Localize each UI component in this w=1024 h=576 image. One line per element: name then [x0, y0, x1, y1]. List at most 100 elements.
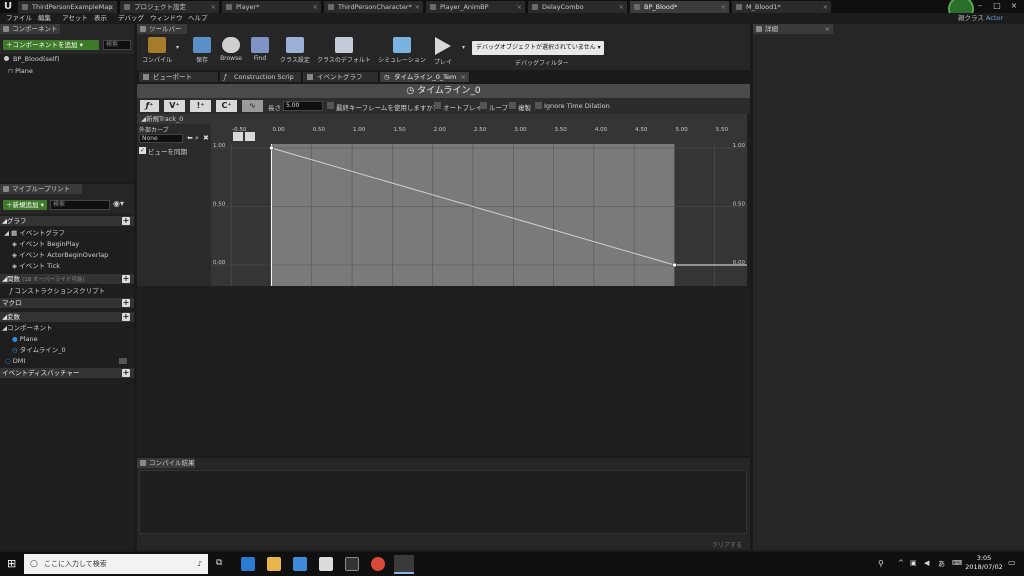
close-icon[interactable]: × [823, 1, 828, 13]
simulation-button[interactable]: シミュレーション [376, 37, 428, 67]
unreal-editor-taskbar-icon[interactable] [394, 555, 414, 574]
class-defaults-button[interactable]: クラスのデフォルト [316, 37, 372, 67]
chrome-icon[interactable] [371, 557, 385, 571]
my-blueprint-tab[interactable]: マイブループリント [0, 184, 82, 194]
close-window-icon[interactable]: × [1006, 0, 1022, 13]
keyboard-icon[interactable]: ⌨ [952, 559, 962, 567]
event-graph-item[interactable]: ◢ ▦ イベントグラフ [4, 228, 65, 238]
close-icon[interactable]: × [415, 1, 420, 13]
clear-results-button[interactable]: クリアする [712, 540, 742, 549]
parent-class-link[interactable]: Actor [986, 14, 1003, 22]
compile-results-tab[interactable]: コンパイル結果 [137, 458, 195, 468]
use-selected-curve-icon[interactable]: ⬅ [187, 134, 193, 142]
toolbar-tab[interactable]: ツールバー [137, 24, 187, 34]
section-variables[interactable]: ◢変数 + [0, 312, 134, 322]
volume-icon[interactable]: ◀ [924, 559, 929, 567]
save-button[interactable]: 保存 [190, 37, 214, 67]
ime-icon[interactable]: あ [938, 559, 945, 569]
mail-icon[interactable] [319, 557, 333, 571]
curve-graph[interactable]: -0.50 0.00 0.50 1.00 1.50 2.00 2.50 3.00 3.50 4.0… [211, 124, 747, 286]
event-item[interactable]: ◈ イベント ActorBeginOverlap [12, 250, 108, 260]
menu-window[interactable]: ウィンドウ [150, 13, 183, 24]
add-macro-plus-icon[interactable]: + [122, 299, 130, 307]
zoom-to-fit-vertical-icon[interactable] [245, 132, 255, 141]
event-item[interactable]: ◈ イベント Tick [12, 261, 60, 271]
doc-tab-bp-blood[interactable]: BP_Blood* × [630, 1, 730, 13]
maximize-icon[interactable]: □ [989, 0, 1005, 13]
component-plane[interactable]: ⊓ Plane [8, 66, 132, 76]
add-external-curve-icon[interactable]: ∿ [242, 100, 263, 112]
compile-button[interactable]: コンパイル [140, 37, 174, 67]
tab-viewport[interactable]: ビューポート [139, 72, 219, 82]
variable-timeline[interactable]: ◷ タイムライン_0 [12, 345, 66, 355]
add-dispatcher-plus-icon[interactable]: + [122, 369, 130, 377]
network-icon[interactable]: ▣ [910, 559, 917, 567]
doc-tab-third-person-character[interactable]: ThirdPersonCharacter* × [324, 1, 424, 13]
doc-tab-anim-bp[interactable]: Player_AnimBP × [426, 1, 526, 13]
play-options-chevron-icon[interactable]: ▾ [462, 44, 465, 51]
close-icon[interactable]: × [721, 1, 726, 13]
curve-keyframe[interactable] [672, 262, 677, 268]
close-icon[interactable]: × [619, 1, 624, 13]
debug-object-select[interactable]: デバッグオブジェクトが選択されていません ▾ [472, 41, 604, 55]
add-variable-plus-icon[interactable]: + [122, 313, 130, 321]
doc-tab-project-settings[interactable]: プロジェクト設定 × [120, 1, 220, 13]
components-search-input[interactable]: 検索 [103, 40, 131, 50]
add-float-track-icon[interactable]: ƒ⁺ [140, 100, 159, 112]
find-button[interactable]: Find [248, 37, 272, 67]
minimize-icon[interactable]: – [972, 0, 988, 13]
clear-curve-close-icon[interactable]: ✖ [203, 134, 209, 142]
menu-debug[interactable]: デバッグ [118, 13, 144, 24]
edge-icon[interactable] [241, 557, 255, 571]
menu-edit[interactable]: 編集 [38, 13, 51, 24]
tray-chevron-icon[interactable]: ^ [898, 559, 904, 567]
loop-checkbox[interactable] [480, 102, 487, 109]
close-icon[interactable]: × [461, 72, 466, 82]
add-function-plus-icon[interactable]: + [122, 275, 130, 283]
ignore-time-dilation-checkbox[interactable] [535, 102, 542, 109]
section-graphs[interactable]: ◢グラフ + [0, 216, 134, 226]
taskbar-search-box[interactable]: ○ ここに入力して検索 ♪ [24, 554, 208, 574]
tab-construction-script[interactable]: ƒ Construction Scrip [220, 72, 302, 82]
add-new-button[interactable]: ＋新規追加 ▾ [3, 200, 47, 210]
compile-options-chevron-icon[interactable]: ▾ [176, 44, 179, 51]
section-macros[interactable]: マクロ + [0, 298, 134, 308]
doc-tab-map[interactable]: ThirdPersonExampleMap × [18, 1, 118, 13]
browse-curve-search-icon[interactable]: ⌕ [195, 134, 199, 143]
tab-timeline[interactable]: ◷ タイムライン_0_Tem × [380, 72, 470, 82]
component-root[interactable]: BP_Blood(self) [4, 54, 132, 64]
external-curve-input[interactable]: None [139, 134, 183, 143]
autoplay-checkbox[interactable] [434, 102, 441, 109]
variables-components-category[interactable]: ◢コンポーネント [2, 323, 53, 333]
people-icon[interactable]: ⚲ [878, 559, 884, 568]
variable-plane[interactable]: ● Plane [12, 334, 38, 344]
components-tab[interactable]: コンポーネント [0, 24, 60, 34]
length-input[interactable]: 5.00 [283, 101, 323, 111]
track-header[interactable]: ◢新規Track_0 [137, 114, 747, 124]
variable-dmi[interactable]: ○ DMI [5, 356, 131, 366]
my-blueprint-search-input[interactable]: 検索 [50, 200, 110, 210]
close-icon[interactable]: × [211, 1, 216, 13]
use-last-keyframe-checkbox[interactable] [327, 102, 334, 109]
store-icon[interactable] [293, 557, 307, 571]
close-icon[interactable]: × [517, 1, 522, 13]
add-graph-plus-icon[interactable]: + [122, 217, 130, 225]
section-functions[interactable]: ◢関数 (18 オーバーライド可能) + [0, 274, 134, 284]
add-vector-track-icon[interactable]: V⁺ [164, 100, 185, 112]
doc-tab-delay-combo[interactable]: DelayCombo × [528, 1, 628, 13]
replicate-checkbox[interactable] [509, 102, 516, 109]
zoom-to-fit-horizontal-icon[interactable] [233, 132, 243, 141]
doc-tab-m-blood[interactable]: M_Blood1* × [732, 1, 832, 13]
add-component-button[interactable]: ＋コンポーネントを追加 ▾ [3, 40, 99, 50]
eye-icon[interactable]: ◉▾ [113, 199, 131, 210]
class-settings-button[interactable]: クラス設定 [276, 37, 314, 67]
curve-keyframe[interactable] [269, 145, 274, 151]
menu-file[interactable]: ファイル [6, 13, 32, 24]
doc-tab-player[interactable]: Player* × [222, 1, 322, 13]
windows-start-icon[interactable]: ⊞ [7, 558, 19, 570]
menu-asset[interactable]: アセット [62, 13, 88, 24]
close-icon[interactable]: × [109, 1, 114, 13]
close-icon[interactable]: × [313, 1, 318, 13]
epic-launcher-icon[interactable] [345, 557, 359, 571]
notifications-icon[interactable]: ▭ [1008, 558, 1016, 567]
